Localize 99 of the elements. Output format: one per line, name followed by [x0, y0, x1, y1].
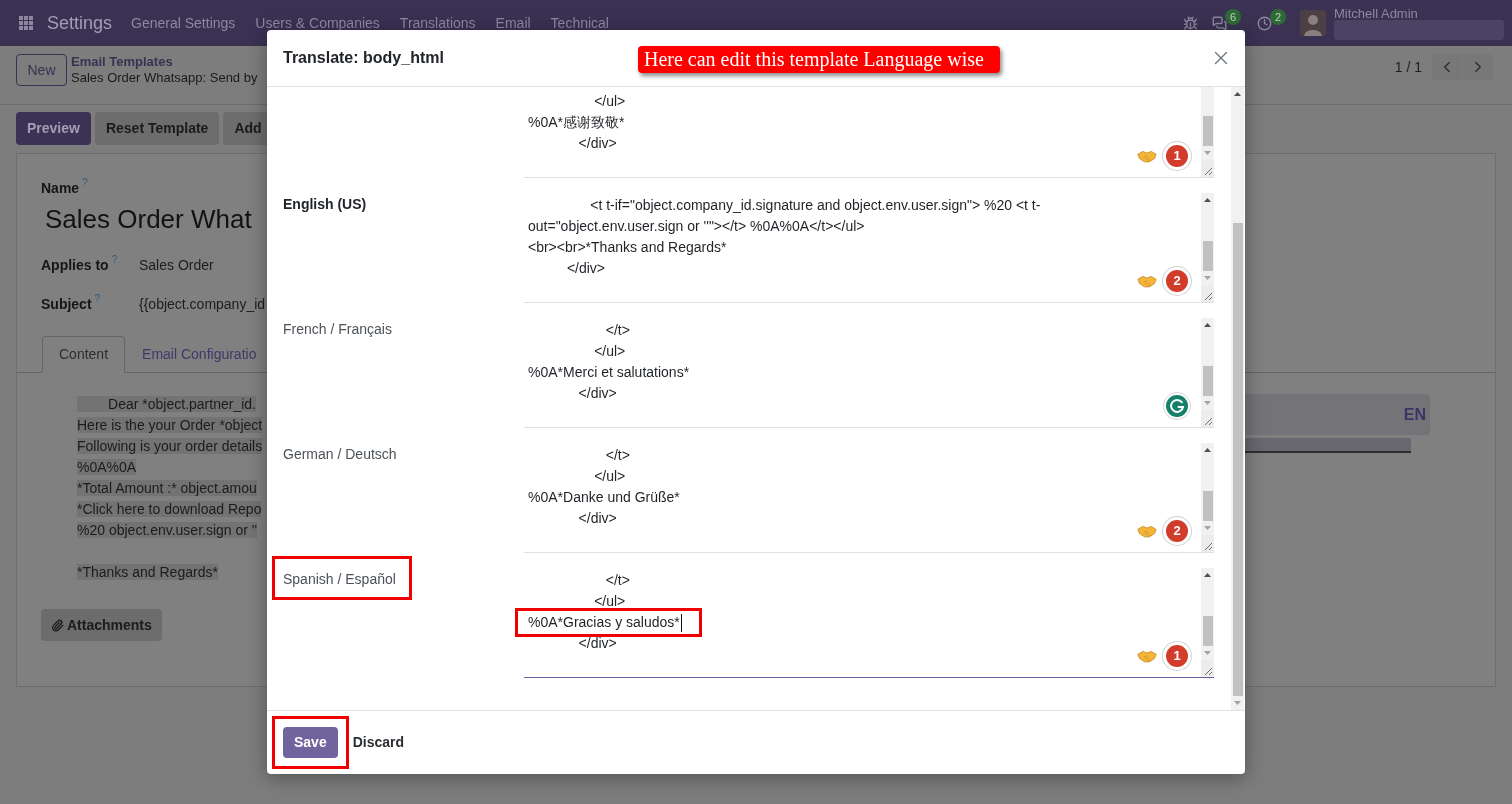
tab[interactable]: Content	[42, 336, 126, 373]
field-value[interactable]: {{object.company_id	[139, 293, 266, 315]
paperclip-icon	[51, 618, 64, 632]
chat-icon[interactable]	[1212, 15, 1227, 31]
bug-icon[interactable]	[1183, 15, 1198, 31]
user-avatar[interactable]	[1300, 10, 1326, 36]
scrollbar-thumb[interactable]	[1232, 223, 1243, 696]
language-label: French / Français	[283, 320, 392, 339]
user-name[interactable]: Mitchell Admin	[1334, 6, 1504, 21]
scroll-down-icon[interactable]	[1204, 151, 1211, 155]
breadcrumb-link[interactable]: Email Templates	[71, 54, 258, 70]
code-line: %0A*Merci et salutations*	[528, 363, 690, 382]
discard-button[interactable]: Discard	[352, 727, 405, 758]
handshake-icon	[1137, 274, 1157, 288]
g-circle-icon	[1163, 392, 1191, 420]
field-label: Subject	[41, 295, 92, 314]
language-button[interactable]: EN	[1403, 395, 1426, 435]
translation-field[interactable]: <t t-if="object.company_id.signature and object.env.user.sign"> %20 <t t- out="object.env.user.sign or ''"></t> %0A%0A</t></ul> <br><br>*Thanks and Regards* </div> 2	[524, 193, 1214, 303]
code-line: <t t-if="object.company_id.signature and object.env.user.sign"> %20 <t t-	[590, 196, 1041, 215]
handshake-icon	[1137, 149, 1157, 163]
pager-text: 1 / 1	[1394, 57, 1422, 77]
help-mark[interactable]: ?	[111, 255, 118, 265]
count-badge: 1	[1163, 642, 1191, 670]
translation-field[interactable]: </t> </ul> %0A*Merci et salutations* </div>	[524, 318, 1214, 428]
language-label: German / Deutsch	[283, 445, 397, 464]
previous-button[interactable]	[1432, 54, 1462, 80]
scroll-down-icon[interactable]	[1204, 526, 1211, 530]
next-button[interactable]	[1463, 54, 1493, 80]
code-line: %0A*Gracias y saludos*	[528, 613, 680, 632]
count-badge: 2	[1163, 267, 1191, 295]
handshake-icon	[1137, 524, 1157, 538]
code-line: %0A*感谢致敬*	[528, 113, 625, 132]
count-badge: 6	[1224, 8, 1241, 25]
count-badge: 2	[1163, 517, 1191, 545]
code-line: </div>	[566, 259, 606, 278]
scroll-down-icon[interactable]	[1204, 401, 1211, 405]
language-label: English (US)	[283, 195, 367, 214]
menu-item[interactable]: Users & Companies	[245, 12, 390, 34]
action-button[interactable]: Reset Template	[94, 112, 220, 145]
code-line: out="object.env.user.sign or ''"></t> %0A%0A</t></ul>	[528, 217, 865, 236]
code-line: </ul>	[594, 467, 626, 486]
field-label: Name	[41, 179, 80, 198]
attachments-button[interactable]: Attachments	[41, 609, 162, 641]
code-line: </div>	[578, 634, 617, 653]
scroll-up-icon[interactable]	[1234, 92, 1241, 96]
help-mark[interactable]: ?	[94, 294, 101, 304]
scroll-down-icon[interactable]	[1234, 701, 1241, 705]
code-line: </ul>	[594, 342, 626, 361]
code-line: <br><br>*Thanks and Regards*	[528, 238, 727, 257]
scrollbar-thumb[interactable]	[1202, 241, 1213, 271]
code-line: </ul>	[594, 92, 626, 111]
field-label: Applies to	[41, 256, 109, 275]
code-line: </ul>	[594, 592, 626, 611]
count-badge: 1	[1163, 142, 1191, 170]
breadcrumb-current: Sales Order Whatsapp: Send by	[71, 70, 258, 86]
menu-item[interactable]: General Settings	[121, 12, 246, 34]
code-line: </t>	[605, 321, 630, 340]
code-line: </t>	[605, 571, 630, 590]
scroll-down-icon[interactable]	[1204, 651, 1211, 655]
apps-grid-icon[interactable]	[19, 16, 33, 30]
app-title[interactable]: Settings	[47, 9, 113, 37]
scroll-up-icon[interactable]	[1204, 573, 1211, 577]
menu-item[interactable]: Technical	[540, 12, 619, 34]
field-value[interactable]: Sales Order	[139, 254, 214, 276]
scrollbar-thumb[interactable]	[1202, 491, 1213, 521]
code-line: %0A*Danke und Grüße*	[528, 488, 680, 507]
language-label: Spanish / Español	[283, 570, 396, 589]
scrollbar-thumb[interactable]	[1202, 366, 1213, 396]
help-mark[interactable]: ?	[82, 178, 88, 188]
save-button[interactable]: Save	[283, 727, 338, 758]
resize-grip-icon[interactable]	[1201, 535, 1214, 552]
scroll-down-icon[interactable]	[1204, 276, 1211, 280]
code-line: </t>	[605, 446, 630, 465]
code-line: </div>	[578, 134, 617, 153]
scroll-up-icon[interactable]	[1204, 448, 1211, 452]
resize-grip-icon[interactable]	[1201, 660, 1214, 677]
code-line: </div>	[578, 509, 617, 528]
translation-field[interactable]: </t> </ul> %0A*Gracias y saludos* </div> 1	[524, 568, 1214, 678]
menu-item[interactable]: Email	[485, 12, 541, 34]
clock-icon[interactable]	[1257, 15, 1272, 31]
scrollbar-thumb[interactable]	[1202, 116, 1213, 146]
name-field[interactable]: Sales Order What	[41, 202, 252, 236]
scroll-up-icon[interactable]	[1204, 323, 1211, 327]
handshake-icon	[1137, 649, 1157, 663]
action-button[interactable]: Preview	[16, 112, 91, 145]
translation-field[interactable]: </ul> %0A*感谢致敬* </div> 1	[524, 87, 1214, 178]
count-badge: 2	[1269, 8, 1286, 25]
scrollbar-thumb[interactable]	[1202, 616, 1213, 646]
scroll-up-icon[interactable]	[1204, 198, 1211, 202]
resize-grip-icon[interactable]	[1201, 410, 1214, 427]
dialog-title: Translate: body_html	[283, 48, 444, 68]
annotation-callout: Here can edit this template Language wise	[638, 46, 1000, 73]
resize-grip-icon[interactable]	[1201, 285, 1214, 302]
code-line: </div>	[578, 384, 617, 403]
translation-field[interactable]: </t> </ul> %0A*Danke und Grüße* </div> 2	[524, 443, 1214, 553]
new-button[interactable]: New	[16, 54, 67, 86]
tab[interactable]: Email Configuratio	[125, 336, 274, 372]
menu-item[interactable]: Translations	[389, 12, 486, 34]
resize-grip-icon[interactable]	[1201, 160, 1214, 177]
